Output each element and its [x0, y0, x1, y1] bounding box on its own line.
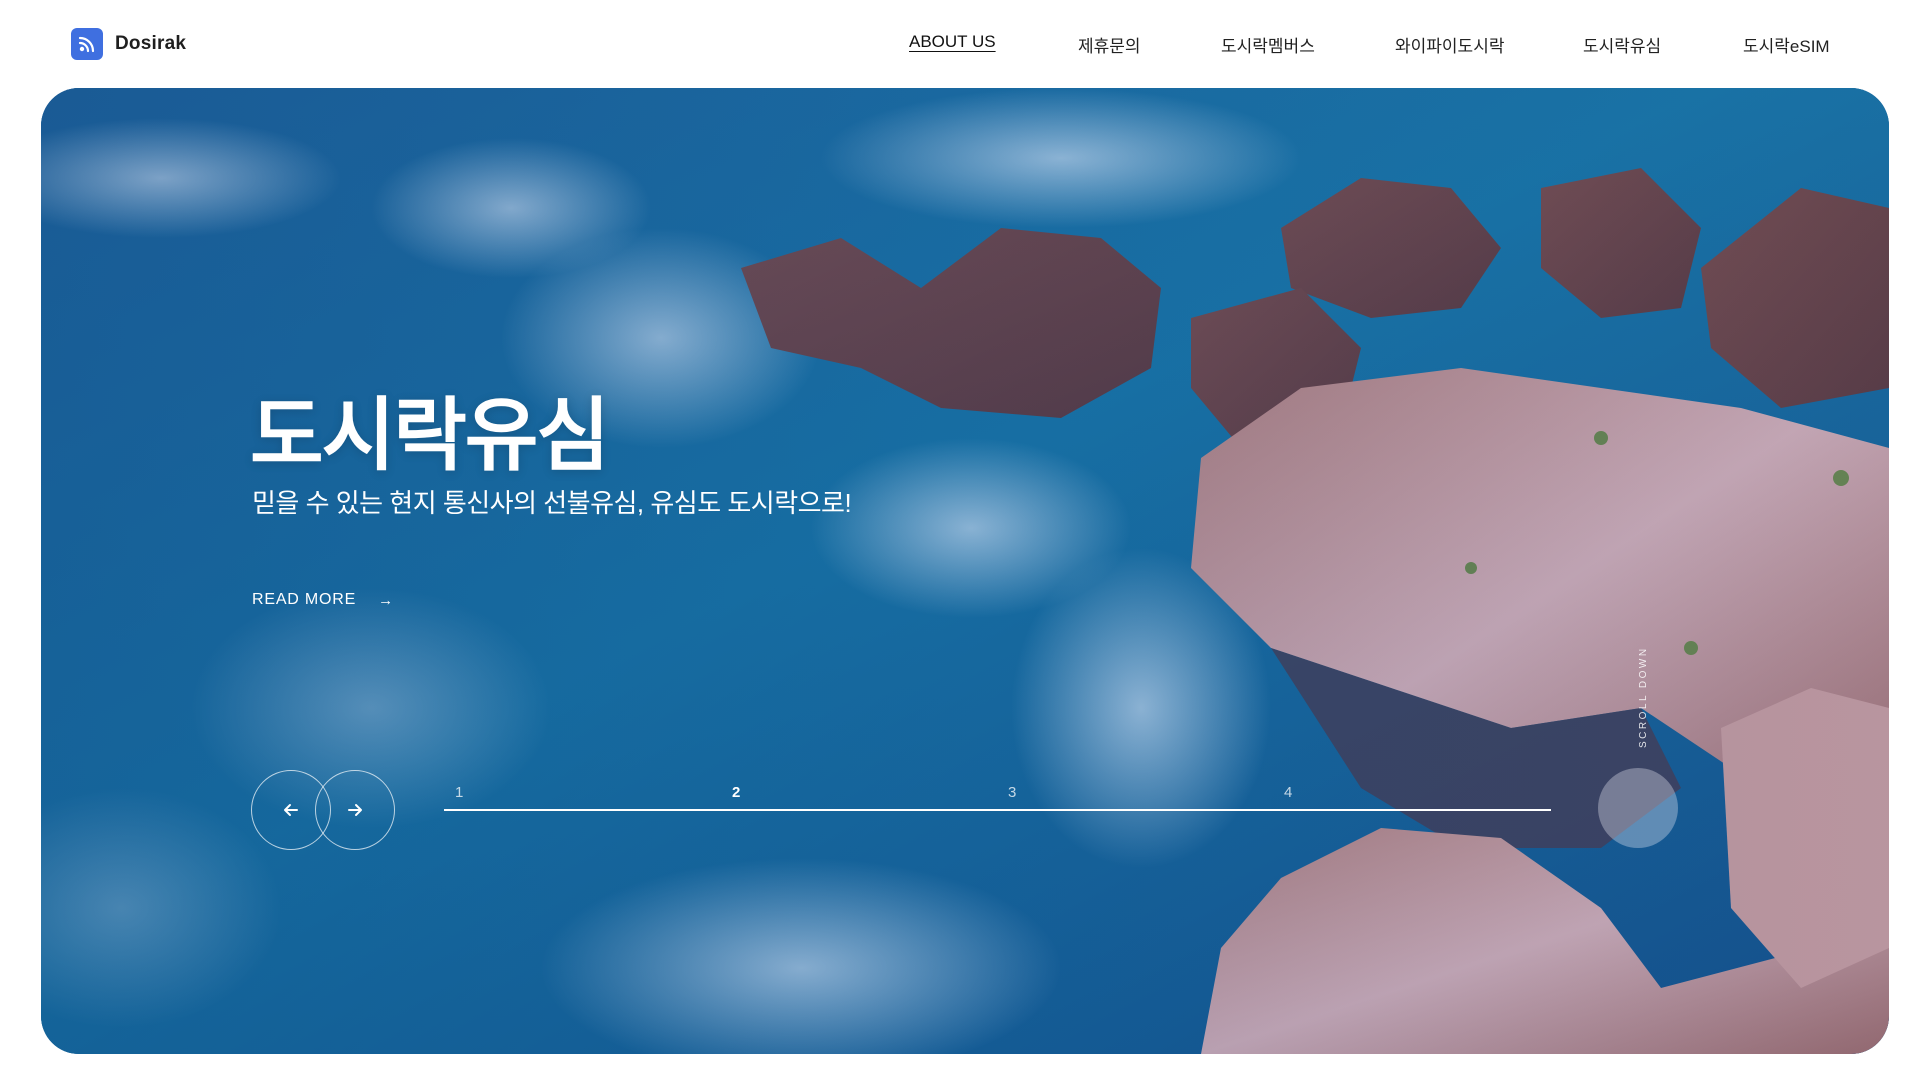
nav-item-esim[interactable]: 도시락eSIM — [1743, 32, 1830, 57]
site-header: Dosirak ABOUT US 제휴문의 도시락멤버스 와이파이도시락 도시락… — [0, 0, 1920, 88]
nav-item-partnership[interactable]: 제휴문의 — [1078, 32, 1141, 57]
hero-subtitle: 믿을 수 있는 현지 통신사의 선불유심, 유심도 도시락으로! — [252, 488, 852, 518]
hero-slider: 도시락유심 믿을 수 있는 현지 통신사의 선불유심, 유심도 도시락으로! R… — [41, 88, 1889, 1054]
arrow-right-icon: → — [378, 591, 394, 609]
nav-item-usim[interactable]: 도시락유심 — [1583, 32, 1661, 57]
hero-overlay — [41, 88, 1889, 1054]
nav-item-about-us[interactable]: ABOUT US — [909, 32, 996, 52]
slide-progress-fill — [444, 809, 1551, 811]
arrow-right-icon — [348, 804, 362, 816]
scroll-down-button[interactable] — [1598, 768, 1678, 848]
hero-title: 도시락유심 — [250, 391, 610, 480]
slide-step-3[interactable]: 3 — [1008, 784, 1016, 801]
read-more-link[interactable]: READ MORE → — [252, 591, 394, 609]
next-slide-button[interactable] — [315, 770, 395, 850]
slide-progress-bar — [444, 809, 1551, 811]
main-nav: ABOUT US 제휴문의 도시락멤버스 와이파이도시락 도시락유심 도시락eS… — [0, 0, 1920, 88]
slide-step-1[interactable]: 1 — [455, 784, 463, 801]
nav-item-wifi[interactable]: 와이파이도시락 — [1395, 32, 1504, 57]
read-more-label: READ MORE — [252, 591, 357, 608]
scroll-down-label: SCROLL DOWN — [1638, 646, 1649, 748]
slide-step-4[interactable]: 4 — [1284, 784, 1292, 801]
nav-item-members[interactable]: 도시락멤버스 — [1221, 32, 1315, 57]
slide-step-2[interactable]: 2 — [732, 784, 740, 801]
arrow-left-icon — [284, 804, 298, 816]
